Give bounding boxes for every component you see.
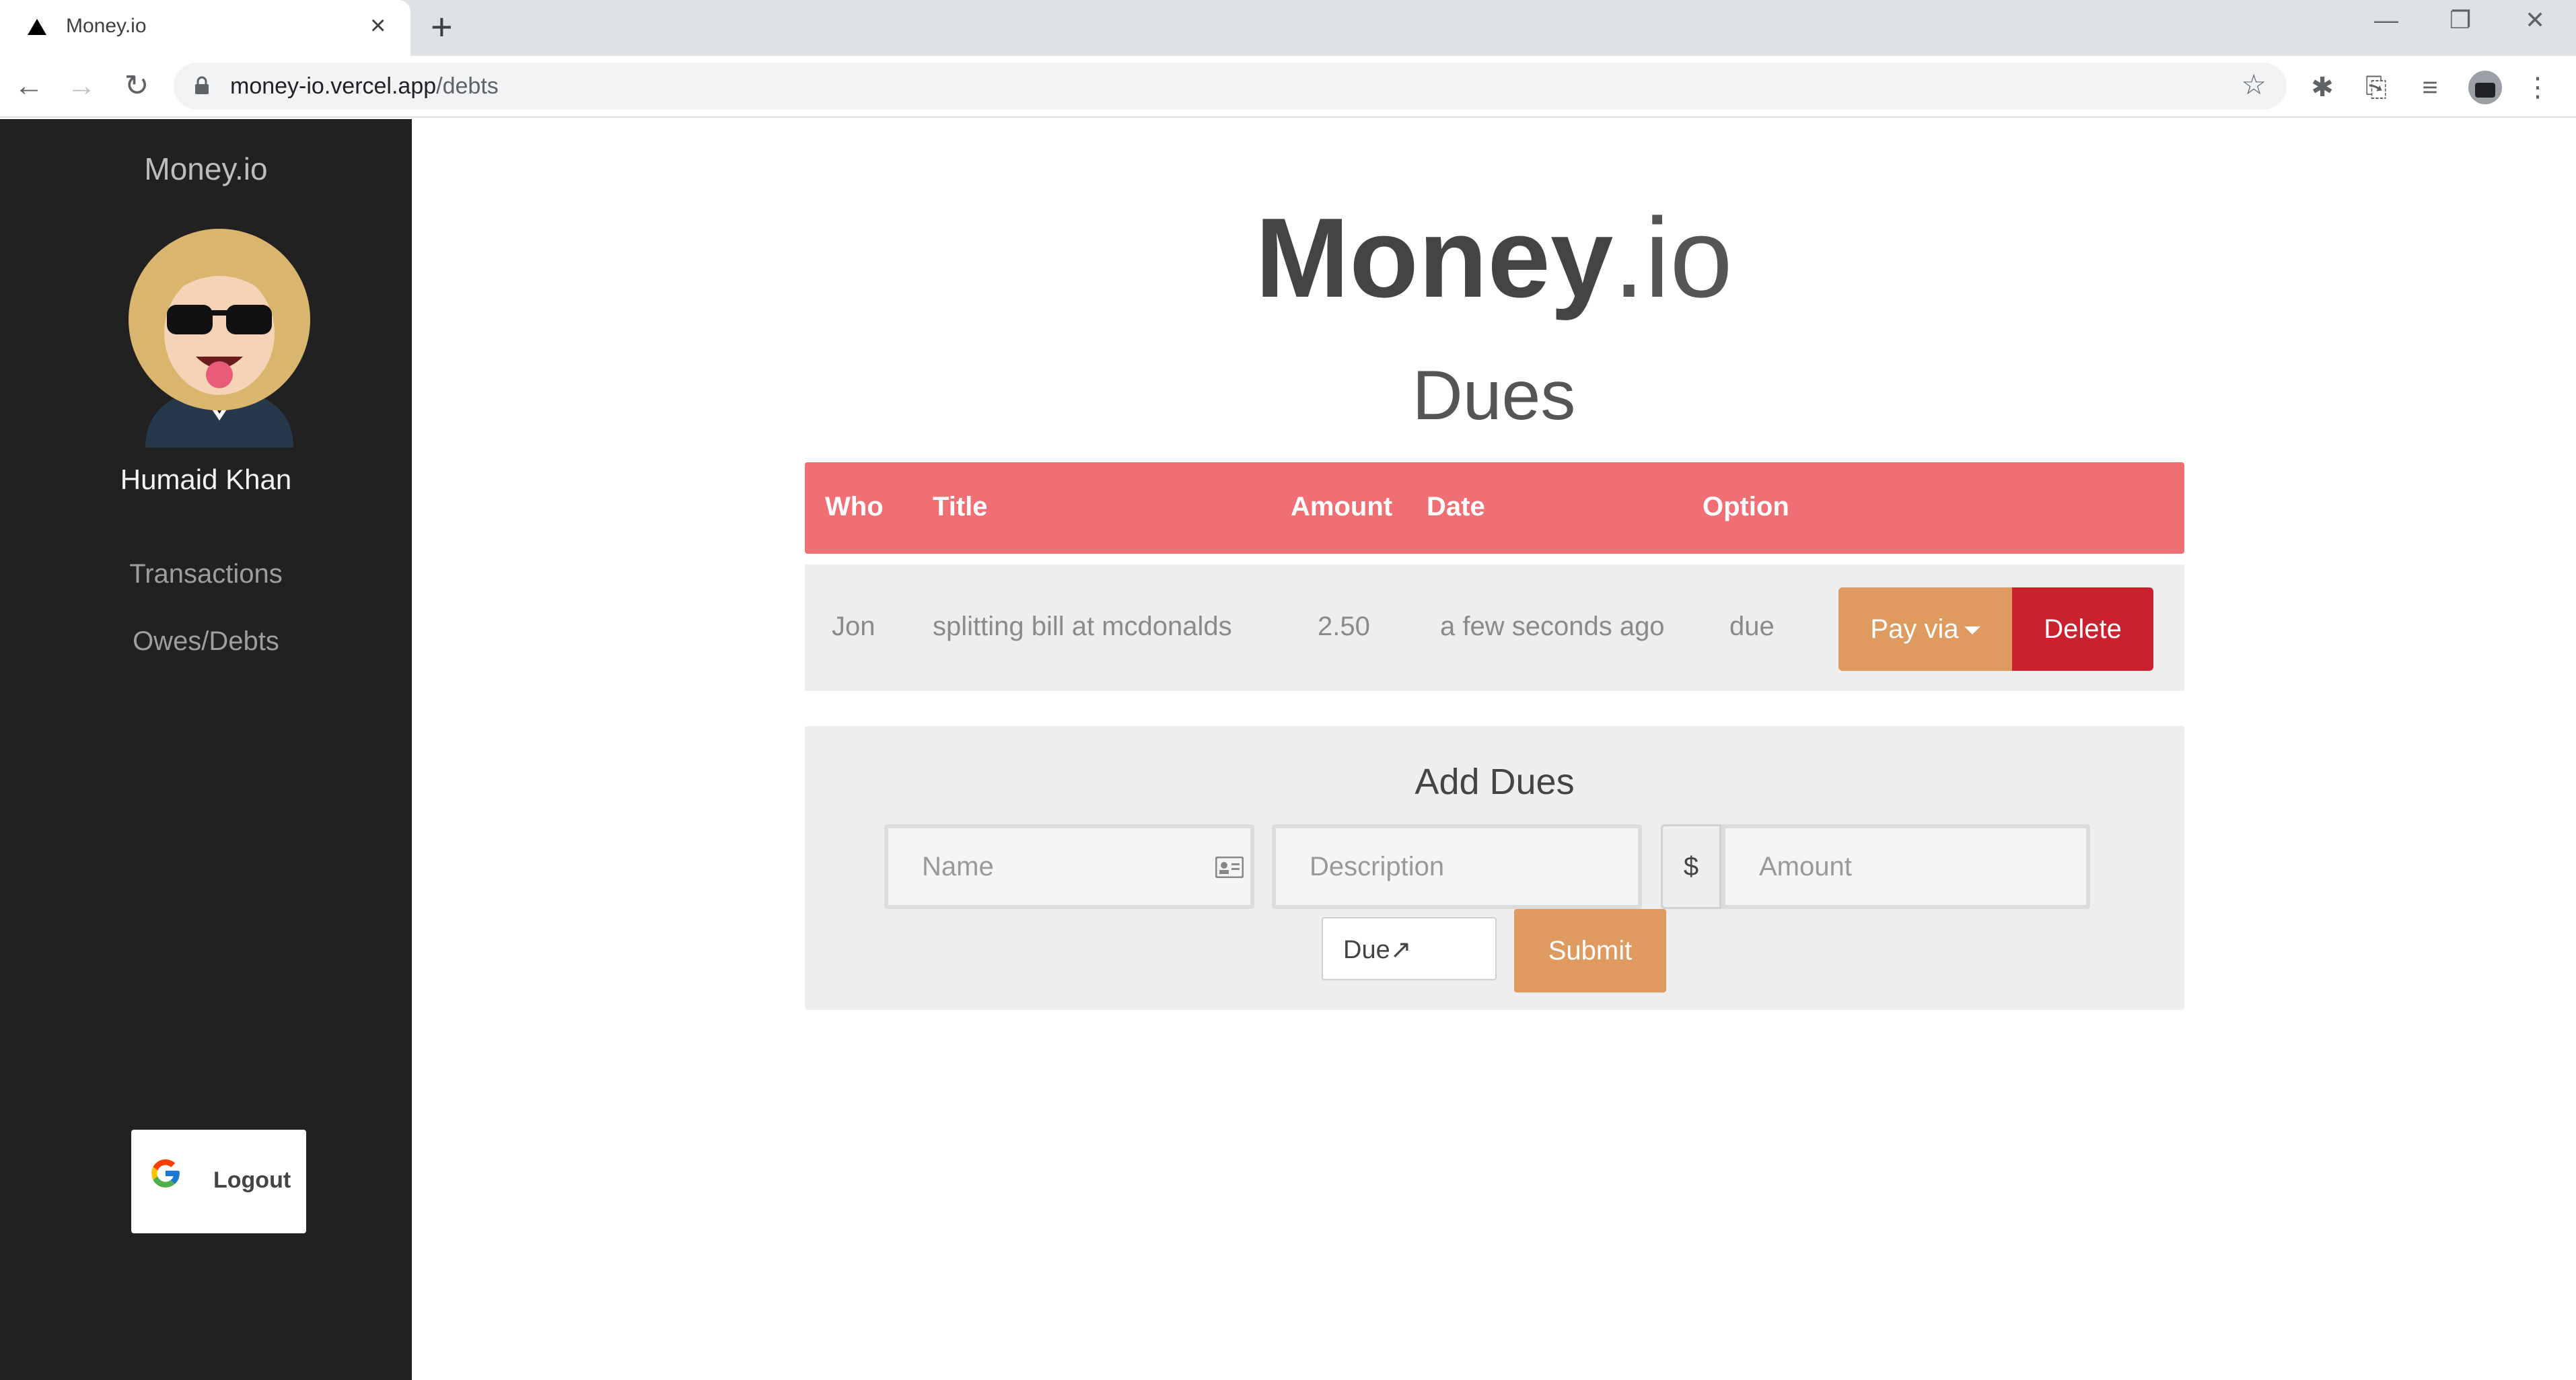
extensions-icon[interactable]: ✱ <box>2305 71 2339 104</box>
restore-icon[interactable]: ❐ <box>2449 8 2471 32</box>
menu-kebab-icon[interactable]: ⋮ <box>2521 71 2554 104</box>
main-content: Money.io Dues Who Title Amount Date Opti… <box>412 119 2576 1380</box>
user-avatar <box>129 229 310 447</box>
address-bar[interactable]: money-io.vercel.app/debts ☆ <box>174 63 2287 110</box>
submit-button[interactable]: Submit <box>1514 909 1666 992</box>
sidebar-link-owes-debts[interactable]: Owes/Debts <box>0 626 412 657</box>
name-input[interactable] <box>922 828 1217 906</box>
table-row: Jon splitting bill at mcdonalds 2.50 a f… <box>805 565 2184 691</box>
cell-option: due <box>1729 612 1775 641</box>
column-header-who: Who <box>825 492 884 521</box>
reload-icon[interactable]: ↻ <box>118 68 155 104</box>
currency-addon: $ <box>1661 824 1721 909</box>
cell-amount: 2.50 <box>1318 612 1370 641</box>
description-input[interactable] <box>1310 828 1604 906</box>
pay-via-dropdown-button[interactable]: Pay via <box>1838 587 2012 671</box>
bookmark-star-icon[interactable]: ☆ <box>2241 71 2266 99</box>
cast-icon[interactable]: ⎘ <box>2359 71 2393 104</box>
back-icon[interactable]: ← <box>11 68 47 104</box>
amount-input[interactable] <box>1759 828 2052 906</box>
minimize-icon[interactable]: — <box>2374 8 2398 32</box>
delete-button[interactable]: Delete <box>2012 587 2153 671</box>
id-card-icon <box>1215 857 1244 878</box>
browser-tabbar: Money.io × + — ❐ ✕ <box>0 0 2576 56</box>
cell-title: splitting bill at mcdonalds <box>933 612 1232 641</box>
close-window-icon[interactable]: ✕ <box>2525 8 2545 32</box>
google-icon <box>151 1159 180 1188</box>
browser-tab-active[interactable]: Money.io × <box>0 0 410 56</box>
user-name: Humaid Khan <box>120 464 292 495</box>
column-header-date: Date <box>1427 492 1485 521</box>
add-dues-panel: Add Dues $ Due↗ Submit <box>805 726 2184 1010</box>
due-type-select[interactable]: Due↗ <box>1322 917 1497 980</box>
logout-button[interactable]: Logout <box>131 1130 306 1233</box>
column-header-option: Option <box>1703 492 1789 521</box>
table-header: Who Title Amount Date Option <box>805 462 2184 554</box>
description-field[interactable] <box>1272 824 1642 909</box>
page-title: Dues <box>1412 357 1576 435</box>
media-control-icon[interactable]: ≡ <box>2413 71 2447 104</box>
name-field[interactable] <box>884 824 1254 909</box>
new-tab-icon[interactable]: + <box>431 8 453 46</box>
close-tab-icon[interactable]: × <box>370 12 386 39</box>
sidebar-brand[interactable]: Money.io <box>0 151 412 187</box>
sidebar: Money.io Humaid Khan Transactions Owes/D… <box>0 119 412 1380</box>
column-header-amount: Amount <box>1291 492 1393 521</box>
forward-icon[interactable]: → <box>63 68 100 104</box>
cell-date: a few seconds ago <box>1440 612 1665 641</box>
add-dues-title: Add Dues <box>1415 762 1575 802</box>
sidebar-link-transactions[interactable]: Transactions <box>0 559 412 589</box>
profile-avatar[interactable] <box>2468 71 2502 104</box>
app-logo-title: Money.io <box>1255 194 1733 321</box>
cell-who: Jon <box>832 612 875 641</box>
column-header-title: Title <box>933 492 988 521</box>
lock-icon <box>195 76 209 94</box>
amount-field[interactable] <box>1721 824 2090 909</box>
url-text: money-io.vercel.app/debts <box>230 73 499 99</box>
triangle-favicon-icon <box>28 19 46 35</box>
logout-label: Logout <box>213 1167 291 1193</box>
caret-down-icon <box>1964 626 1980 635</box>
browser-toolbar: ← → ↻ money-io.vercel.app/debts ☆ ✱ ⎘ ≡ … <box>0 56 2576 118</box>
tab-title: Money.io <box>66 15 147 37</box>
